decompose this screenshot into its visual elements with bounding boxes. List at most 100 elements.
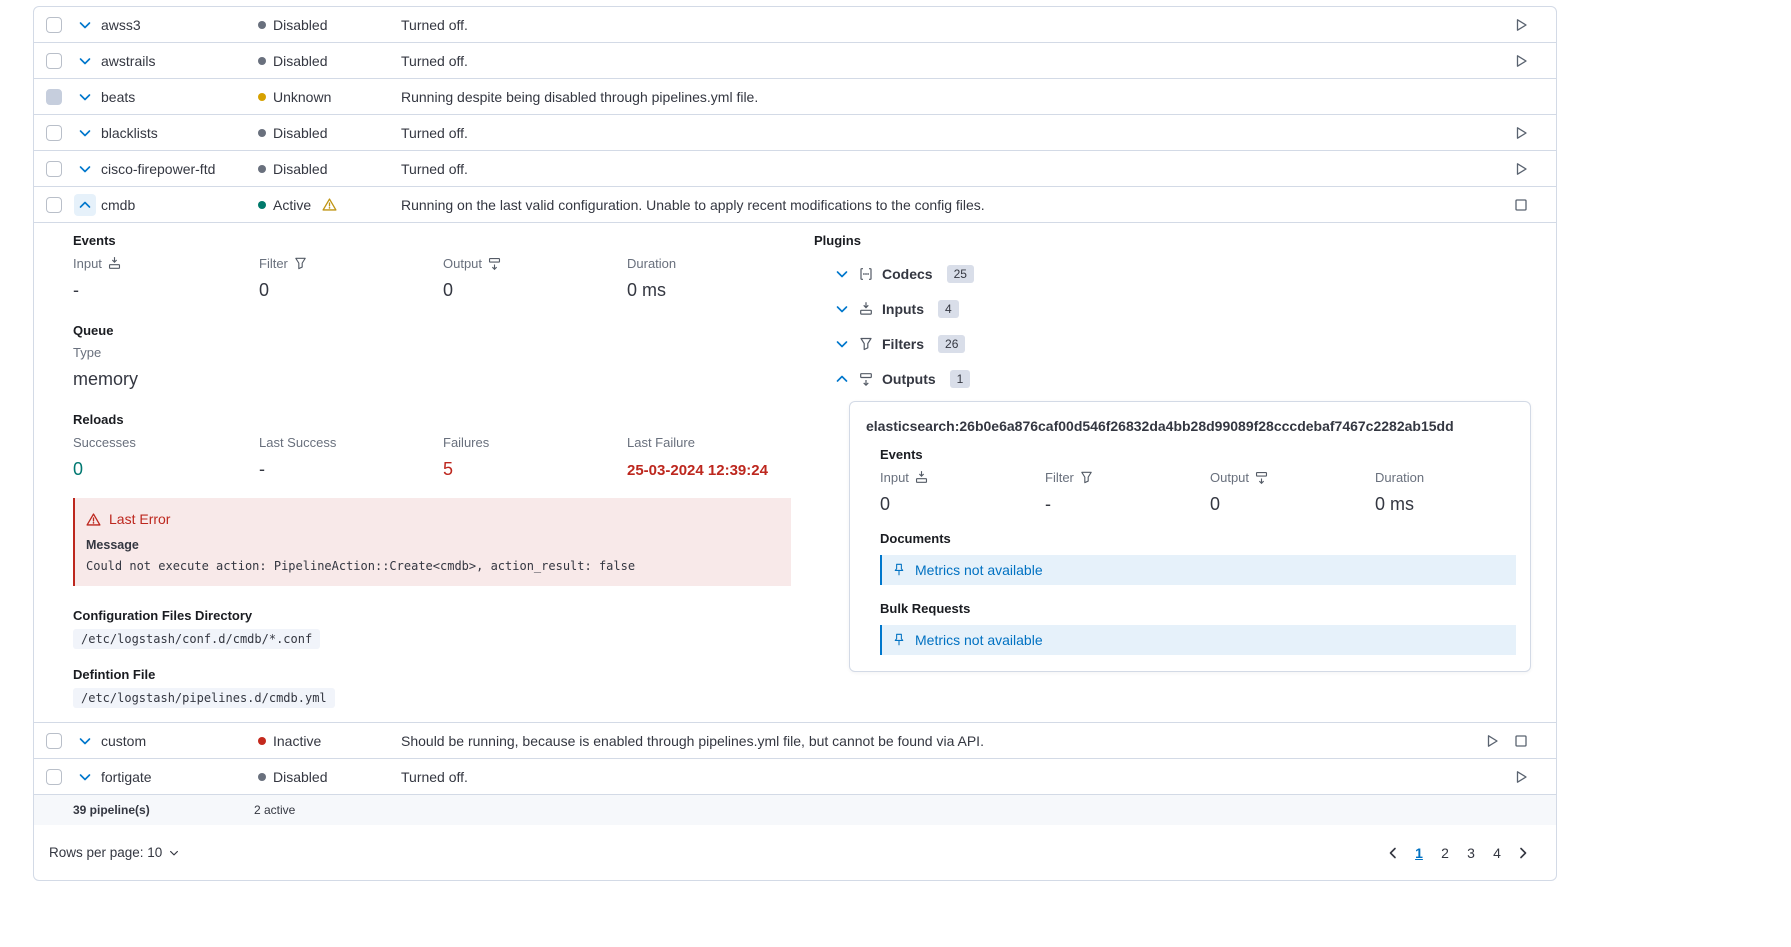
expand-row-button[interactable]	[74, 50, 96, 72]
failures-value: 5	[443, 459, 627, 480]
page-button-1[interactable]: 1	[1408, 841, 1430, 865]
inputs-count-badge: 4	[938, 300, 959, 318]
plugin-group-inputs: Inputs 4	[834, 291, 1531, 326]
last-success-label: Last Success	[259, 435, 443, 450]
table-row: custom Inactive Should be running, becau…	[34, 723, 1556, 759]
rows-before: awss3 Disabled Turned off. awstrails Dis…	[34, 7, 1556, 223]
rows-per-page-label: Rows per page: 10	[49, 845, 162, 860]
error-message-text: Could not execute action: PipelineAction…	[86, 559, 775, 573]
row-checkbox[interactable]	[46, 197, 62, 213]
page-button-3[interactable]: 3	[1460, 841, 1482, 865]
logstash-input-icon	[914, 470, 929, 485]
logstash-output-icon	[1254, 470, 1269, 485]
row-checkbox[interactable]	[46, 161, 62, 177]
chevron-up-icon	[834, 371, 850, 387]
status-label: Disabled	[273, 769, 327, 785]
logstash-output-icon	[487, 256, 502, 271]
inputs-label: Inputs	[882, 301, 924, 317]
start-pipeline-icon[interactable]	[1513, 53, 1529, 69]
documents-title: Documents	[880, 531, 1516, 546]
status-label: Disabled	[273, 53, 327, 69]
status-badge: Disabled	[258, 161, 401, 177]
health-dot	[258, 21, 266, 29]
successes-label: Successes	[73, 435, 259, 450]
chevron-down-icon	[77, 769, 93, 785]
events-section-title: Events	[73, 233, 791, 248]
chevron-down-icon	[834, 301, 850, 317]
status-label: Inactive	[273, 733, 321, 749]
stop-pipeline-icon[interactable]	[1513, 197, 1529, 213]
status-message: Running on the last valid configuration.…	[401, 197, 1513, 213]
duration-metric-label: Duration	[627, 256, 791, 271]
health-dot	[258, 165, 266, 173]
plugin-group-outputs: Outputs 1	[834, 361, 1531, 396]
start-pipeline-icon[interactable]	[1513, 161, 1529, 177]
previous-page-button[interactable]	[1382, 841, 1404, 865]
reloads-section-title: Reloads	[73, 412, 791, 427]
next-page-button[interactable]	[1512, 841, 1534, 865]
status-label: Disabled	[273, 125, 327, 141]
start-pipeline-icon[interactable]	[1513, 17, 1529, 33]
row-checkbox[interactable]	[46, 769, 62, 785]
plugin-group-codecs: Codecs 25	[834, 256, 1531, 291]
expand-row-button[interactable]	[74, 86, 96, 108]
status-label: Disabled	[273, 17, 327, 33]
codecs-label: Codecs	[882, 266, 933, 282]
pipeline-name: fortigate	[101, 769, 258, 785]
status-badge: Disabled	[258, 769, 401, 785]
filters-expand-button[interactable]	[834, 336, 850, 352]
table-row: cisco-firepower-ftd Disabled Turned off.	[34, 151, 1556, 187]
row-checkbox[interactable]	[46, 89, 62, 105]
table-row: awstrails Disabled Turned off.	[34, 43, 1556, 79]
status-badge: Disabled	[258, 125, 401, 141]
logstash-output-icon	[858, 371, 874, 387]
es-filter-label: Filter	[1045, 470, 1210, 485]
health-dot	[258, 773, 266, 781]
page-button-4[interactable]: 4	[1486, 841, 1508, 865]
filters-label: Filters	[882, 336, 924, 352]
page-button-2[interactable]: 2	[1434, 841, 1456, 865]
table-row: beats Unknown Running despite being disa…	[34, 79, 1556, 115]
pipeline-name: awss3	[101, 17, 258, 33]
row-checkbox[interactable]	[46, 125, 62, 141]
logstash-input-icon	[858, 301, 874, 317]
inputs-expand-button[interactable]	[834, 301, 850, 317]
rows-per-page-button[interactable]: Rows per page: 10	[49, 845, 180, 860]
chevron-down-icon	[834, 336, 850, 352]
status-message: Running despite being disabled through p…	[401, 89, 1529, 105]
row-checkbox[interactable]	[46, 53, 62, 69]
row-checkbox[interactable]	[46, 733, 62, 749]
stop-pipeline-icon[interactable]	[1513, 733, 1529, 749]
logstash-filter-icon	[1079, 470, 1094, 485]
collapse-row-button[interactable]	[74, 194, 96, 216]
documents-metrics-callout: Metrics not available	[880, 555, 1516, 585]
start-pipeline-icon[interactable]	[1484, 733, 1500, 749]
chevron-down-icon	[77, 89, 93, 105]
expand-row-button[interactable]	[74, 122, 96, 144]
health-dot	[258, 737, 266, 745]
pipeline-name: custom	[101, 733, 258, 749]
documents-callout-text: Metrics not available	[915, 562, 1043, 578]
definition-file-title: Defintion File	[73, 667, 791, 682]
expand-row-button[interactable]	[74, 14, 96, 36]
input-metric-value: -	[73, 280, 259, 301]
chevron-down-icon	[834, 266, 850, 282]
plugins-section-title: Plugins	[814, 233, 1531, 248]
status-label: Active	[273, 197, 311, 213]
start-pipeline-icon[interactable]	[1513, 769, 1529, 785]
input-metric-label: Input	[73, 256, 259, 271]
es-duration-label: Duration	[1375, 470, 1516, 485]
last-success-value: -	[259, 459, 443, 480]
start-pipeline-icon[interactable]	[1513, 125, 1529, 141]
expand-row-button[interactable]	[74, 730, 96, 752]
expand-row-button[interactable]	[74, 766, 96, 788]
row-checkbox[interactable]	[46, 17, 62, 33]
codecs-expand-button[interactable]	[834, 266, 850, 282]
codecs-count-badge: 25	[947, 265, 974, 283]
outputs-collapse-button[interactable]	[834, 371, 850, 387]
successes-value: 0	[73, 459, 259, 480]
chevron-down-icon	[77, 17, 93, 33]
chevron-down-icon	[77, 125, 93, 141]
status-badge: Disabled	[258, 17, 401, 33]
expand-row-button[interactable]	[74, 158, 96, 180]
